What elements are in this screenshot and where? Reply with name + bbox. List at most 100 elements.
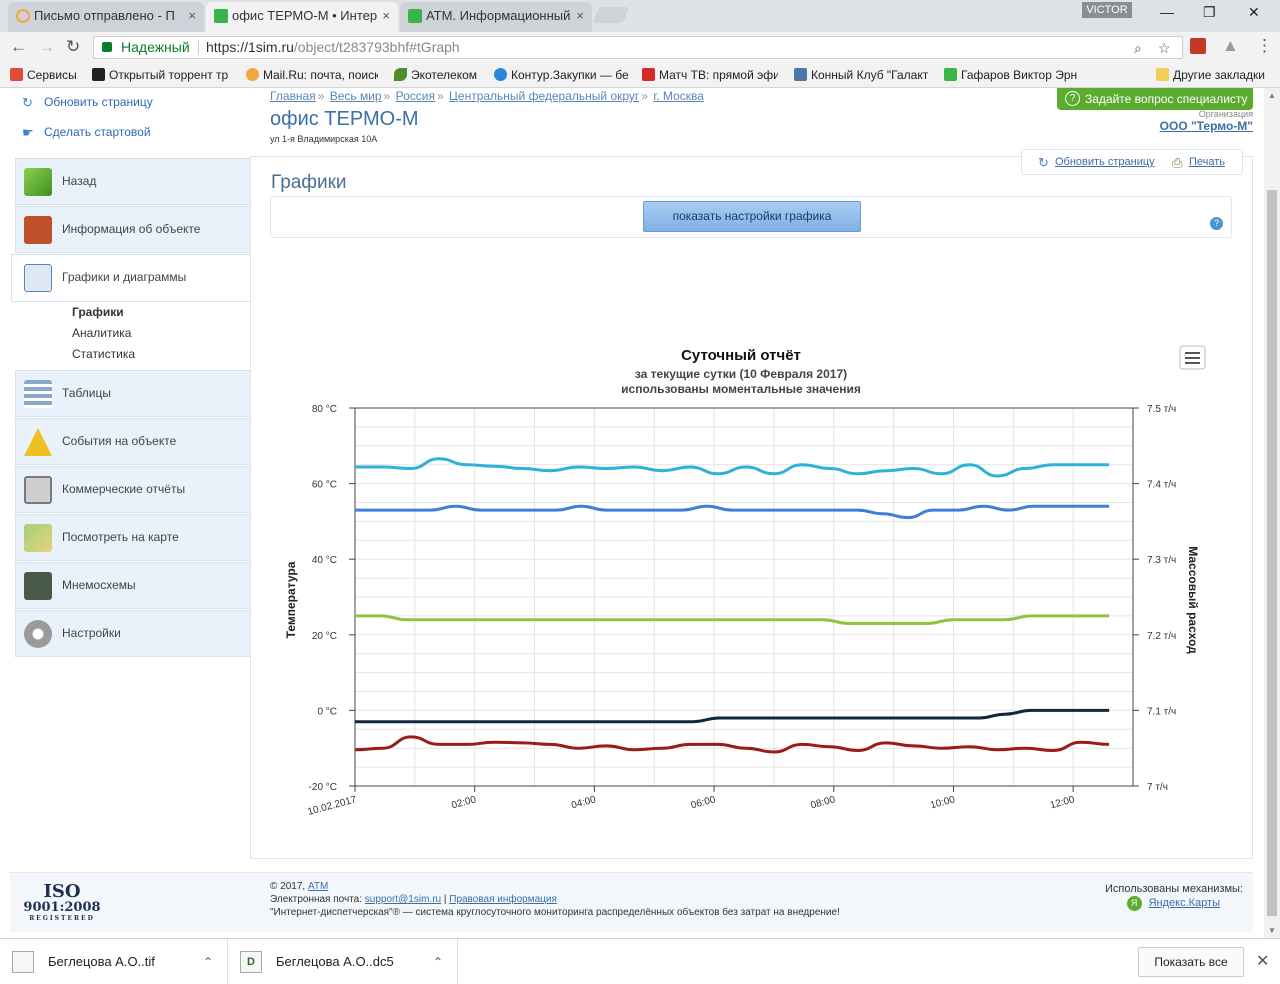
yandex-icon: Я [1126, 896, 1142, 911]
bookmark-item[interactable]: Mail.Ru: почта, поиск [246, 68, 378, 82]
y2-tick-label: 7.4 т/ч [1147, 480, 1176, 491]
show-chart-settings-button[interactable]: показать настройки графика [643, 201, 861, 232]
browser-tab[interactable]: Письмо отправлено - П × [8, 2, 204, 32]
x-tick-label: 06:00 [690, 794, 717, 811]
menu-icon[interactable]: ⋮ [1256, 36, 1273, 56]
lock-icon [102, 42, 112, 52]
sidebar-item-mnemonic[interactable]: Мнемосхемы [15, 562, 251, 609]
bookmark-item[interactable]: Экотелеком [394, 68, 484, 82]
chart-title: Суточный отчёт [681, 347, 801, 364]
download-name: Беглецова А.О..dc5 [276, 954, 394, 969]
breadcrumb-item[interactable]: Весь мир [330, 89, 382, 103]
chart-menu-button[interactable] [1179, 345, 1206, 370]
email-link[interactable]: support@1sim.ru [365, 894, 441, 905]
sidebar-item-back[interactable]: Назад [15, 158, 251, 205]
extension-icon[interactable]: ▲ [1222, 36, 1239, 56]
download-item[interactable]: D Беглецова А.О..dc5 ⌃ [228, 939, 458, 984]
sidebar-item-tables[interactable]: Таблицы [15, 370, 251, 417]
back-icon[interactable]: ← [10, 37, 27, 57]
reload-icon[interactable]: ↻ [66, 37, 80, 57]
x-tick-label: 10.02.2017 [307, 794, 359, 818]
url-host: https://1sim.ru [206, 39, 294, 55]
url-text: https://1sim.ru/object/t283793bhf#tGraph [206, 37, 460, 58]
breadcrumb-item[interactable]: г. Москва [653, 89, 704, 103]
window-close-icon[interactable]: ✕ [1248, 4, 1260, 21]
chevron-up-icon[interactable]: ⌃ [433, 939, 443, 984]
breadcrumb: Главная» Весь мир» Россия» Центральный ф… [270, 89, 704, 103]
bookmark-label: Гафаров Виктор Эрн [961, 68, 1078, 82]
link-label: Обновить страницу [1055, 156, 1155, 168]
bookmark-item[interactable]: Матч ТВ: прямой эфи [642, 68, 778, 82]
forward-icon[interactable]: → [38, 37, 55, 57]
table-icon [24, 380, 52, 408]
print-link[interactable]: ⎙ Печать [1172, 155, 1225, 170]
match-tv-icon [642, 68, 655, 81]
sidebar-item-label: Информация об объекте [62, 222, 201, 236]
page-scrollbar[interactable]: ▲ ▼ [1264, 88, 1280, 938]
bookmark-item[interactable]: Открытый торрент тр [92, 68, 228, 82]
refresh-page-link[interactable]: ↻ Обновить страницу [22, 95, 153, 110]
new-tab-button[interactable] [593, 7, 629, 23]
settings-panel: показать настройки графика ? [270, 196, 1232, 238]
show-all-downloads-button[interactable]: Показать все [1138, 947, 1244, 977]
bookmark-item[interactable]: Контур.Закупки — бе [494, 68, 628, 82]
address-bar[interactable]: Надежный https://1sim.ru/object/t283793b… [93, 36, 1183, 59]
subitem-graphs[interactable]: Графики [72, 305, 124, 319]
atm-link[interactable]: АТМ [308, 881, 328, 892]
close-icon[interactable]: × [576, 2, 584, 30]
download-item[interactable]: Беглецова А.О..tif ⌃ [0, 939, 228, 984]
section-title: Графики [271, 172, 347, 193]
sidebar-item-commercial-reports[interactable]: Коммерческие отчёты [15, 466, 251, 513]
make-home-link[interactable]: ☛ Сделать стартовой [22, 125, 151, 140]
browser-tab-active[interactable]: офис ТЕРМО-М • Интер × [206, 2, 398, 32]
page-footer: ISO 9001:2008 REGISTERED © 2017, АТМ Эле… [10, 872, 1253, 932]
sidebar-item-settings[interactable]: Настройки [15, 610, 251, 657]
bookmark-label: Другие закладки [1173, 68, 1265, 82]
user-badge[interactable]: VICTOR [1082, 2, 1132, 18]
maximize-icon[interactable]: ❐ [1203, 4, 1216, 21]
sidebar-item-map[interactable]: Посмотреть на карте [15, 514, 251, 561]
other-bookmarks[interactable]: Другие закладки [1156, 68, 1276, 82]
series-line [354, 457, 1110, 478]
zoom-icon[interactable]: ⌕ [1134, 38, 1142, 59]
bookmark-item[interactable]: Конный Клуб "Галакт [794, 68, 928, 82]
scroll-up-icon[interactable]: ▲ [1268, 91, 1276, 100]
subitem-analytics[interactable]: Аналитика [72, 326, 131, 340]
breadcrumb-item[interactable]: Главная [270, 89, 316, 103]
scroll-thumb[interactable] [1267, 190, 1277, 916]
bookmark-item[interactable]: Гафаров Виктор Эрн [944, 68, 1078, 82]
download-name: Беглецова А.О..tif [48, 954, 155, 969]
mail-icon [16, 9, 30, 23]
browser-tab[interactable]: АТМ. Информационный × [400, 2, 592, 32]
bookmark-label: Конный Клуб "Галакт [811, 68, 928, 82]
sidebar-item-object-info[interactable]: Информация об объекте [15, 206, 251, 253]
close-icon[interactable]: × [188, 2, 196, 30]
sidebar-item-graphs[interactable]: Графики и диаграммы [11, 254, 251, 302]
y-tick-label: 40 °C [312, 555, 337, 566]
refresh-icon: ↻ [1038, 155, 1049, 170]
series-line [354, 735, 1110, 754]
chevron-up-icon[interactable]: ⌃ [203, 939, 213, 984]
pdf-extension-icon[interactable] [1190, 38, 1206, 54]
star-icon[interactable]: ☆ [1158, 38, 1171, 59]
breadcrumb-item[interactable]: Россия [396, 89, 435, 103]
ask-specialist-button[interactable]: ? Задайте вопрос специалисту [1057, 88, 1253, 110]
sidebar-item-events[interactable]: События на объекте [15, 418, 251, 465]
bookmark-apps[interactable]: Сервисы [10, 68, 84, 82]
close-icon[interactable]: ✕ [1256, 951, 1269, 971]
legal-info-link[interactable]: Правовая информация [449, 894, 557, 905]
refresh-link[interactable]: ↻ Обновить страницу [1038, 155, 1155, 170]
close-icon[interactable]: × [382, 2, 390, 30]
y2-axis-label: Массовый расход [1186, 546, 1200, 654]
yandex-maps-link[interactable]: Я Яндекс.Карты [1126, 896, 1220, 911]
breadcrumb-item[interactable]: Центральный федеральный округ [449, 89, 639, 103]
org-name-link[interactable]: ООО "Термо-М" [1160, 119, 1253, 133]
help-icon[interactable]: ? [1210, 217, 1223, 230]
y-tick-label: 20 °C [312, 631, 337, 642]
x-tick-label: 08:00 [810, 794, 837, 811]
daily-report-chart: Суточный отчёт за текущие сутки (10 Февр… [284, 345, 1206, 818]
scroll-down-icon[interactable]: ▼ [1268, 926, 1276, 935]
minimize-icon[interactable]: — [1160, 4, 1174, 20]
location-pin-icon [494, 68, 507, 81]
subitem-statistics[interactable]: Статистика [72, 347, 135, 361]
